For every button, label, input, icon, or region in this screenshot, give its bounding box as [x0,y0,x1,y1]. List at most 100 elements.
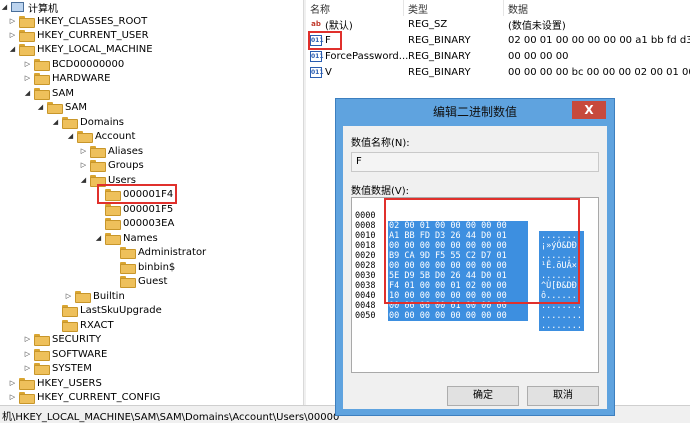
tree-node-hklm[interactable]: ◢ HKEY_LOCAL_MACHINE [8,42,153,56]
tree-node-sam-sam[interactable]: ◢ SAM [36,100,87,114]
tree-node-aliases[interactable]: ▷ Aliases [79,144,143,158]
folder-icon [105,218,121,230]
tree-node-account[interactable]: ◢ Account [66,129,135,143]
tree-label: HKEY_USERS [37,377,102,389]
hex-bytes[interactable]: 00 00 00 00 00 00 00 00 [388,311,528,321]
expand-arrow-icon[interactable]: ▷ [23,361,32,375]
cancel-button[interactable]: 取消 [527,386,599,406]
registry-tree[interactable]: ◢ 计算机 ▷ HKEY_CLASSES_ROOT ▷ HKEY_CURRENT… [0,0,303,405]
folder-icon [75,291,91,303]
tree-label: RXACT [80,319,114,331]
tree-node-hkcu[interactable]: ▷ HKEY_CURRENT_USER [8,28,149,42]
tree-node-000003ea[interactable]: 000003EA [94,216,174,230]
tree-label: SYSTEM [52,362,92,374]
value-row[interactable]: 011 ForcePassword... REG_BINARY 00 00 00… [306,48,690,64]
tree-node-000001f5[interactable]: 000001F5 [94,202,173,216]
folder-icon [34,73,50,85]
value-row[interactable]: 011 F REG_BINARY 02 00 01 00 00 00 00 00… [306,32,690,48]
expand-arrow-icon[interactable]: ▷ [79,144,88,158]
hex-editor[interactable]: 0000 02 00 01 00 00 00 00 00 ........ 00… [351,197,599,373]
tree-node-hardware[interactable]: ▷ HARDWARE [23,71,110,85]
tree-label: 000003EA [123,217,175,229]
folder-icon [19,378,35,390]
collapse-arrow-icon[interactable]: ◢ [79,173,88,187]
collapse-arrow-icon[interactable]: ◢ [51,115,60,129]
expand-arrow-icon[interactable]: ▷ [8,376,17,390]
tree-node-binbin[interactable]: binbin$ [109,260,175,274]
tree-node-groups[interactable]: ▷ Groups [79,158,144,172]
edit-binary-dialog[interactable]: 编辑二进制数值 X 数值名称(N): F 数值数据(V): 0000 02 00… [335,98,615,416]
ok-button[interactable]: 确定 [447,386,519,406]
value-type: REG_BINARY [408,34,471,46]
folder-icon [120,262,136,274]
tree-node-system[interactable]: ▷ SYSTEM [23,361,92,375]
tree-node-computer[interactable]: ◢ 计算机 [0,0,58,15]
hex-address: 0050 [355,311,376,321]
close-button[interactable]: X [572,101,606,119]
expand-arrow-icon[interactable]: ▷ [8,14,17,28]
expand-arrow-icon[interactable]: ▷ [8,28,17,42]
tree-node-security[interactable]: ▷ SECURITY [23,332,101,346]
tree-node-rxact[interactable]: RXACT [51,318,114,332]
value-type: REG_SZ [408,18,448,30]
collapse-arrow-icon[interactable]: ◢ [94,231,103,245]
tree-node-software[interactable]: ▷ SOFTWARE [23,347,107,361]
tree-label: Groups [108,159,144,171]
column-header-data[interactable]: 数据 [504,0,690,16]
tree-node-names[interactable]: ◢ Names [94,231,158,245]
tree-node-hkcr[interactable]: ▷ HKEY_CLASSES_ROOT [8,14,147,28]
tree-label: 000001F5 [123,203,174,215]
value-row[interactable]: ab (默认) REG_SZ (数值未设置) [306,16,690,32]
tree-node-bcd[interactable]: ▷ BCD00000000 [23,57,124,71]
collapse-arrow-icon[interactable]: ◢ [36,100,45,114]
tree-node-hkcc[interactable]: ▷ HKEY_CURRENT_CONFIG [8,390,160,404]
folder-icon [90,160,106,172]
collapse-arrow-icon[interactable]: ◢ [8,42,17,56]
expand-arrow-icon[interactable]: ▷ [23,347,32,361]
tree-label: HARDWARE [52,72,111,84]
folder-icon [62,320,78,332]
value-type: REG_BINARY [408,50,471,62]
binary-value-icon: 011 [310,66,324,78]
tree-node-lastskuupgrade[interactable]: LastSkuUpgrade [51,303,162,317]
tree-node-builtin[interactable]: ▷ Builtin [64,289,125,303]
column-header-type[interactable]: 类型 [404,0,504,16]
tree-node-hku[interactable]: ▷ HKEY_USERS [8,376,102,390]
tree-node-sam[interactable]: ◢ SAM [23,86,74,100]
collapse-arrow-icon[interactable]: ◢ [23,86,32,100]
value-type: REG_BINARY [408,66,471,78]
folder-icon [34,59,50,71]
expand-arrow-icon[interactable]: ▷ [23,57,32,71]
expand-arrow-icon[interactable]: ▷ [23,332,32,346]
tree-label: SAM [52,87,75,99]
hex-ascii[interactable]: ........ [539,321,584,331]
tree-node-domains[interactable]: ◢ Domains [51,115,124,129]
tree-label: Names [123,232,158,244]
column-header-name[interactable]: 名称 [306,0,404,16]
tree-label: HKEY_LOCAL_MACHINE [37,43,153,55]
tree-label: 计算机 [28,3,58,15]
value-name-field[interactable]: F [351,152,599,172]
folder-icon [120,247,136,259]
expand-arrow-icon[interactable]: ▷ [79,158,88,172]
tree-label: LastSkuUpgrade [80,304,162,316]
expand-arrow-icon[interactable]: ▷ [64,289,73,303]
expand-arrow-icon[interactable]: ▷ [23,71,32,85]
tree-node-administrator[interactable]: Administrator [109,245,206,259]
tree-label: Account [95,130,136,142]
folder-icon [77,131,93,143]
hex-ascii[interactable]: ........ [539,311,584,321]
collapse-arrow-icon[interactable]: ◢ [66,129,75,143]
tree-node-guest[interactable]: Guest [109,274,167,288]
expand-arrow-icon[interactable]: ▷ [8,390,17,404]
tree-label: binbin$ [138,261,176,273]
value-row[interactable]: 011 V REG_BINARY 00 00 00 00 bc 00 00 00… [306,64,690,80]
tree-label: SAM [65,101,88,113]
tree-label: HKEY_CURRENT_USER [37,29,149,41]
expand-arrow-icon[interactable]: ◢ [0,0,9,14]
